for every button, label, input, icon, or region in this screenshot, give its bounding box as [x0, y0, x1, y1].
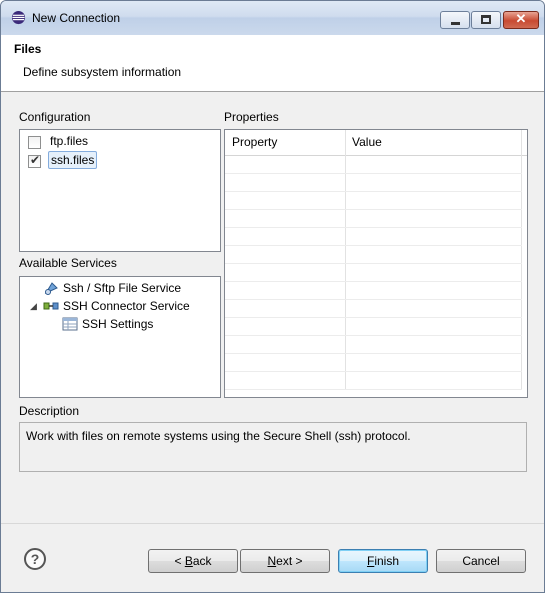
configuration-list[interactable]: ftp.files ✔ ssh.files — [19, 129, 221, 252]
row-gridline — [225, 173, 522, 174]
next-mnemonic: N — [267, 554, 277, 568]
column-header-value[interactable]: Value — [352, 135, 382, 149]
cancel-button[interactable]: Cancel — [436, 549, 526, 573]
column-header-property[interactable]: Property — [232, 135, 277, 149]
tree-item-label: Ssh / Sftp File Service — [63, 281, 182, 295]
connector-service-icon — [43, 302, 59, 310]
back-rest: ack — [192, 554, 212, 568]
services-tree[interactable]: Ssh / Sftp File Service ◢ SSH Connector … — [19, 276, 221, 398]
back-button[interactable]: < Back — [148, 549, 238, 573]
next-suffix: > — [292, 554, 303, 568]
ssh-files-checkbox[interactable]: ✔ — [28, 153, 41, 168]
tree-item-label: SSH Settings — [82, 317, 154, 331]
config-item-label: ftp.files — [50, 134, 89, 148]
row-gridline — [225, 227, 522, 228]
tree-item-label: SSH Connector Service — [63, 299, 190, 313]
minimize-button[interactable] — [440, 11, 470, 29]
available-services-label: Available Services — [19, 256, 117, 270]
wizard-header: Files Define subsystem information — [1, 35, 544, 92]
row-gridline — [225, 245, 522, 246]
finish-button[interactable]: Finish — [338, 549, 428, 573]
help-icon[interactable]: ? — [24, 548, 46, 570]
eclipse-icon — [11, 10, 26, 25]
settings-table-icon — [62, 317, 78, 331]
row-gridline — [225, 281, 522, 282]
finish-rest: inish — [374, 554, 400, 568]
file-service-icon — [44, 282, 58, 295]
minimize-icon — [451, 22, 460, 25]
column-separator — [345, 130, 346, 389]
row-gridline — [225, 353, 522, 354]
page-description: Define subsystem information — [23, 65, 182, 79]
row-gridline — [225, 371, 522, 372]
description-text: Work with files on remote systems using … — [26, 429, 411, 443]
row-gridline — [225, 299, 522, 300]
back-mnemonic: B — [184, 554, 193, 568]
row-gridline — [225, 317, 522, 318]
configuration-label: Configuration — [19, 110, 91, 124]
next-rest: ext — [276, 554, 293, 568]
close-button[interactable]: ✕ — [503, 11, 539, 29]
properties-label: Properties — [224, 110, 279, 124]
config-item-label: ssh.files — [48, 151, 98, 169]
row-gridline — [225, 263, 522, 264]
row-gridline — [225, 389, 522, 390]
description-box: Work with files on remote systems using … — [19, 422, 527, 472]
row-gridline — [225, 335, 522, 336]
page-title: Files — [14, 42, 42, 56]
new-connection-dialog: New Connection ✕ Files Define subsystem … — [0, 0, 545, 593]
description-label: Description — [19, 404, 80, 418]
button-bar-separator — [1, 523, 544, 524]
next-button[interactable]: Next > — [240, 549, 330, 573]
window-title: New Connection — [32, 11, 121, 25]
checkmark-icon: ✔ — [30, 153, 41, 167]
back-prefix: < — [174, 554, 185, 568]
properties-table[interactable]: Property Value — [224, 129, 528, 398]
properties-table-header: Property Value — [225, 130, 527, 156]
row-gridline — [225, 209, 522, 210]
row-gridline — [225, 191, 522, 192]
title-bar[interactable]: New Connection ✕ — [1, 1, 544, 35]
close-icon: ✕ — [515, 11, 527, 26]
ftp-files-checkbox[interactable] — [28, 136, 41, 149]
expand-arrow-icon[interactable]: ◢ — [30, 301, 37, 312]
column-separator — [521, 130, 522, 389]
maximize-button[interactable] — [471, 11, 501, 29]
maximize-icon — [481, 15, 491, 24]
